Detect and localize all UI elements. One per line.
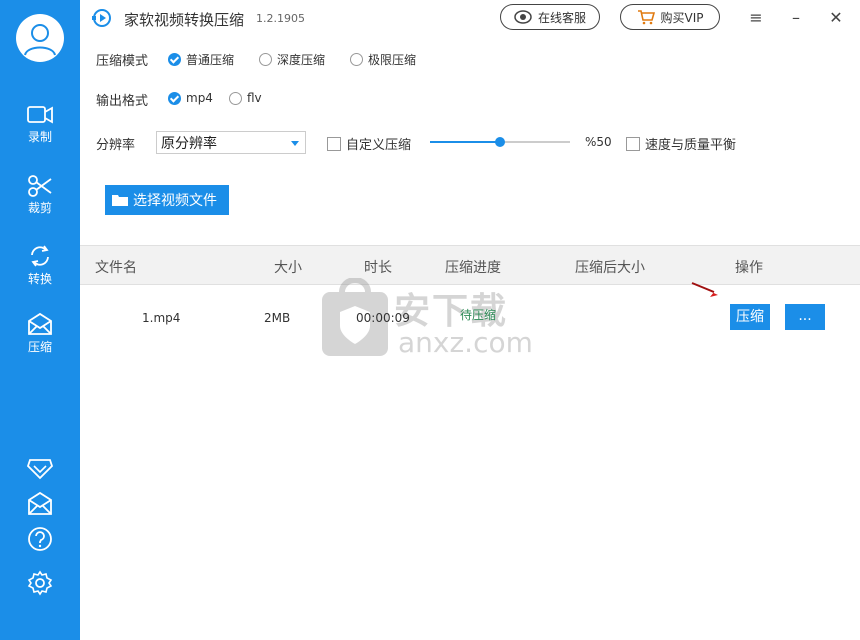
watermark-text-en: anxz.com xyxy=(398,326,533,359)
radio-label: 极限压缩 xyxy=(368,53,417,67)
column-header-progress: 压缩进度 xyxy=(445,260,501,276)
title-bar: 家软视频转换压缩 1.2.1905 在线客服 购买VIP ≡ – ✕ xyxy=(80,0,860,36)
radio-format-mp4[interactable]: mp4 xyxy=(168,91,213,105)
slider-value: %50 xyxy=(585,135,612,149)
close-icon[interactable]: ✕ xyxy=(826,8,846,28)
compress-button[interactable]: 压缩 xyxy=(730,304,770,330)
sidebar: 录制 裁剪 转换 压缩 xyxy=(0,0,80,640)
checkbox-icon xyxy=(327,136,341,151)
convert-icon xyxy=(31,245,49,267)
column-header-size: 大小 xyxy=(274,260,302,276)
output-format-label: 输出格式 xyxy=(96,94,149,109)
app-window: 录制 裁剪 转换 压缩 家软视频转换压缩 1.2.1905 在线客服 购买VIP… xyxy=(0,0,860,640)
radio-label: 深度压缩 xyxy=(277,53,326,67)
cell-filename: 1.mp4 xyxy=(142,311,181,325)
radio-checked-icon xyxy=(168,91,181,105)
app-title: 家软视频转换压缩 xyxy=(124,11,245,29)
folder-icon xyxy=(112,195,128,206)
app-version: 1.2.1905 xyxy=(256,12,305,25)
column-header-duration: 时长 xyxy=(364,260,392,276)
balance-checkbox[interactable]: 速度与质量平衡 xyxy=(626,134,736,153)
radio-unchecked-icon xyxy=(229,91,242,105)
radio-format-flv[interactable]: flv xyxy=(229,91,262,105)
resolution-label: 分辨率 xyxy=(96,138,136,153)
slider-fill xyxy=(430,141,500,143)
cell-size: 2MB xyxy=(264,311,291,325)
checkbox-label: 自定义压缩 xyxy=(346,138,412,153)
vip-diamond-icon[interactable] xyxy=(26,456,54,484)
radio-checked-icon xyxy=(168,53,181,66)
resolution-value: 原分辨率 xyxy=(161,136,217,152)
record-icon xyxy=(27,106,53,124)
user-icon xyxy=(24,24,56,56)
menu-icon[interactable]: ≡ xyxy=(746,8,766,28)
settings-icon[interactable] xyxy=(26,569,54,597)
pointer-arrow-icon xyxy=(691,282,718,297)
cart-icon xyxy=(637,10,655,25)
online-service-label: 在线客服 xyxy=(537,10,586,25)
column-header-filename: 文件名 xyxy=(95,260,137,276)
radio-label: flv xyxy=(247,91,262,105)
help-icon[interactable] xyxy=(26,525,54,553)
cell-progress: 待压缩 xyxy=(460,308,497,322)
checkbox-icon xyxy=(626,136,640,151)
radio-normal-compress[interactable]: 普通压缩 xyxy=(168,51,234,68)
compress-envelope-icon xyxy=(28,312,52,335)
radio-unchecked-icon xyxy=(350,53,363,66)
app-logo-icon xyxy=(92,8,112,28)
select-video-file-label: 选择视频文件 xyxy=(133,193,217,209)
minimize-icon[interactable]: – xyxy=(786,8,806,28)
radio-label: 普通压缩 xyxy=(186,53,235,67)
radio-unchecked-icon xyxy=(259,53,272,66)
column-header-compressed-size: 压缩后大小 xyxy=(575,260,645,276)
mail-icon[interactable] xyxy=(26,490,54,518)
scissors-icon xyxy=(28,175,52,197)
resolution-select[interactable]: 原分辨率 xyxy=(156,131,306,154)
compress-mode-label: 压缩模式 xyxy=(96,54,149,69)
sidebar-item-convert[interactable]: 转换 xyxy=(0,244,80,304)
buy-vip-button[interactable]: 购买VIP xyxy=(620,4,720,30)
checkbox-label: 速度与质量平衡 xyxy=(645,138,737,153)
sidebar-item-compress[interactable]: 压缩 xyxy=(0,312,80,372)
buy-vip-label: 购买VIP xyxy=(660,10,704,25)
sidebar-item-label: 裁剪 xyxy=(27,201,52,215)
radio-deep-compress[interactable]: 深度压缩 xyxy=(259,51,325,68)
watermark: 安下载 anxz.com xyxy=(320,277,540,362)
slider-thumb[interactable] xyxy=(495,137,505,147)
cell-duration: 00:00:09 xyxy=(356,311,410,325)
sidebar-item-label: 录制 xyxy=(27,130,52,144)
custom-compress-checkbox[interactable]: 自定义压缩 xyxy=(327,134,411,153)
radio-extreme-compress[interactable]: 极限压缩 xyxy=(350,51,416,68)
avatar[interactable] xyxy=(16,14,64,62)
more-options-button[interactable]: ... xyxy=(785,304,825,330)
radio-label: mp4 xyxy=(186,91,213,105)
sidebar-item-record[interactable]: 录制 xyxy=(0,104,80,164)
column-header-action: 操作 xyxy=(735,260,763,276)
chevron-down-icon xyxy=(291,141,299,146)
compress-level-slider[interactable] xyxy=(430,137,570,147)
sidebar-item-label: 压缩 xyxy=(27,340,52,354)
sidebar-item-label: 转换 xyxy=(27,272,52,286)
online-service-button[interactable]: 在线客服 xyxy=(500,4,600,30)
select-video-file-button[interactable]: 选择视频文件 xyxy=(105,185,229,215)
sidebar-item-crop[interactable]: 裁剪 xyxy=(0,175,80,235)
headset-icon xyxy=(514,10,532,24)
